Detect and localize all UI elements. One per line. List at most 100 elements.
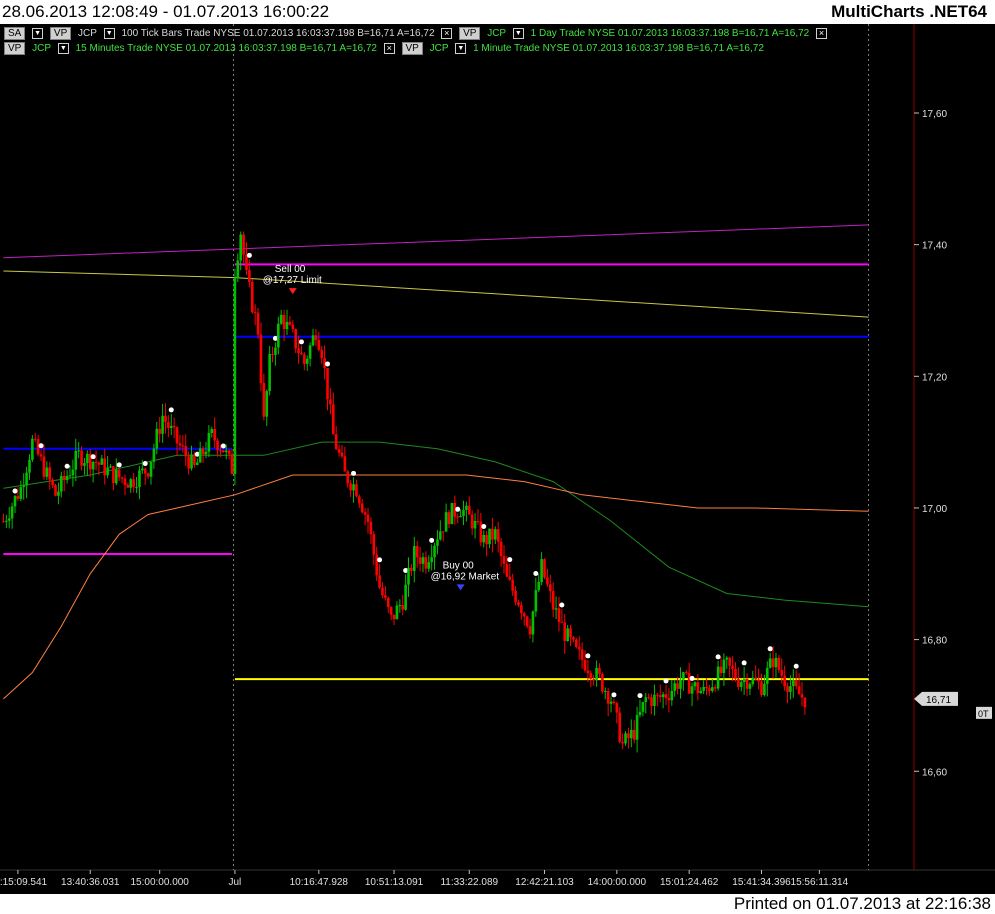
- chevron-down-icon[interactable]: ▼: [455, 43, 467, 54]
- candle-body: [589, 673, 593, 680]
- candle-body: [745, 678, 749, 689]
- candle-body: [757, 679, 760, 682]
- candle-body: [169, 425, 173, 428]
- candle-body: [384, 595, 387, 598]
- signal-dot: [351, 470, 357, 476]
- signal-dot: [559, 602, 565, 608]
- candle-body: [45, 467, 49, 477]
- title-bar: 28.06.2013 12:08:49 - 01.07.2013 16:00:2…: [0, 0, 995, 24]
- candle-body: [262, 383, 266, 417]
- candle-body: [586, 670, 590, 674]
- candle-body: [494, 529, 497, 540]
- signal-dot: [64, 463, 70, 469]
- candle-body: [60, 475, 63, 492]
- tag-vp[interactable]: VP: [49, 27, 72, 40]
- candle-body: [763, 683, 766, 696]
- candle-body: [288, 321, 292, 325]
- tag-vp[interactable]: VP: [459, 27, 481, 40]
- candle-body: [575, 639, 578, 647]
- signal-dot: [637, 693, 643, 699]
- candle-body: [653, 694, 656, 706]
- chevron-down-icon[interactable]: ▼: [57, 43, 69, 54]
- candle-body: [236, 260, 240, 279]
- candle-body: [768, 658, 772, 668]
- candle-body: [496, 529, 500, 542]
- candle-body: [421, 557, 425, 564]
- trade-label: Sell 00: [275, 264, 306, 275]
- chevron-down-icon[interactable]: ▼: [512, 28, 524, 39]
- y-tick-label: 17,20: [922, 372, 947, 383]
- candle-body: [33, 438, 37, 440]
- price-chart[interactable]: Sell 00@17,27 Limit Buy 00@16,92 Market 17…: [0, 24, 995, 894]
- trade-price-label: @16,92 Market: [431, 571, 500, 582]
- indicator-line: [3, 224, 869, 259]
- signal-dot: [220, 443, 226, 449]
- trade-arrow-icon: [456, 584, 465, 591]
- candle-body: [441, 531, 445, 533]
- y-tick-label: 16,60: [922, 767, 947, 778]
- candle-body: [77, 450, 80, 452]
- candle-body: [514, 590, 517, 603]
- candle-body: [502, 556, 506, 564]
- candle-body: [395, 605, 399, 620]
- candle-body: [621, 741, 624, 744]
- tag-vp[interactable]: VP: [401, 42, 423, 55]
- candle-body: [158, 428, 161, 434]
- candle-body: [465, 505, 468, 510]
- candle-body: [679, 679, 682, 689]
- candle-body: [415, 546, 419, 558]
- candle-body: [141, 468, 144, 471]
- tag-sa[interactable]: SA: [4, 27, 26, 40]
- candle-body: [783, 675, 786, 687]
- candle-body: [334, 434, 338, 450]
- close-icon[interactable]: ×: [383, 43, 395, 54]
- candle-body: [505, 563, 509, 577]
- y-tick-label: 16,80: [922, 636, 947, 647]
- y-tick-label: 17,40: [922, 241, 947, 252]
- candle-body: [430, 557, 433, 563]
- candle-body: [285, 321, 289, 330]
- chevron-down-icon[interactable]: ▼: [32, 28, 44, 39]
- candle-body: [603, 690, 607, 692]
- candle-body: [583, 659, 587, 671]
- candle-body: [326, 367, 329, 400]
- signal-dot: [741, 660, 747, 666]
- candle-body: [554, 608, 558, 610]
- candle-body: [106, 467, 109, 476]
- candle-body: [467, 505, 471, 515]
- x-tick-label: 12:15:09.541: [0, 877, 48, 888]
- chevron-down-icon[interactable]: ▼: [103, 28, 115, 39]
- indicator-line: [3, 270, 869, 318]
- indicator-line: [3, 474, 869, 700]
- candle-body: [534, 590, 538, 612]
- candle-body: [444, 512, 448, 532]
- candle-body: [548, 584, 552, 592]
- trade-label: Buy 00: [443, 560, 475, 571]
- candle-body: [690, 686, 694, 694]
- candle-body: [253, 312, 257, 314]
- candle-body: [291, 324, 295, 330]
- candle-body: [167, 421, 170, 428]
- tag-vp[interactable]: VP: [4, 42, 26, 55]
- candle-body: [268, 354, 271, 392]
- candle-body: [491, 528, 494, 540]
- candle-body: [543, 559, 546, 578]
- candle-body: [227, 450, 231, 454]
- candle-body: [450, 503, 454, 525]
- candle-body: [57, 491, 60, 496]
- candle-body: [86, 453, 89, 464]
- candle-body: [687, 673, 691, 694]
- chart-area[interactable]: Sell 00 @17,27 Limit Buy 00 @16,92 Market 17…: [0, 24, 995, 894]
- candle-body: [693, 682, 697, 687]
- signal-dot: [325, 361, 330, 367]
- candle-body: [277, 323, 280, 348]
- candle-body: [129, 479, 133, 488]
- close-icon[interactable]: ×: [441, 28, 453, 39]
- candle-body: [459, 515, 462, 518]
- close-icon[interactable]: ×: [816, 28, 828, 39]
- candle-body: [725, 657, 729, 660]
- candle-body: [682, 672, 685, 680]
- candle-body: [635, 715, 639, 740]
- candle-body: [219, 450, 222, 452]
- candle-body: [780, 670, 784, 676]
